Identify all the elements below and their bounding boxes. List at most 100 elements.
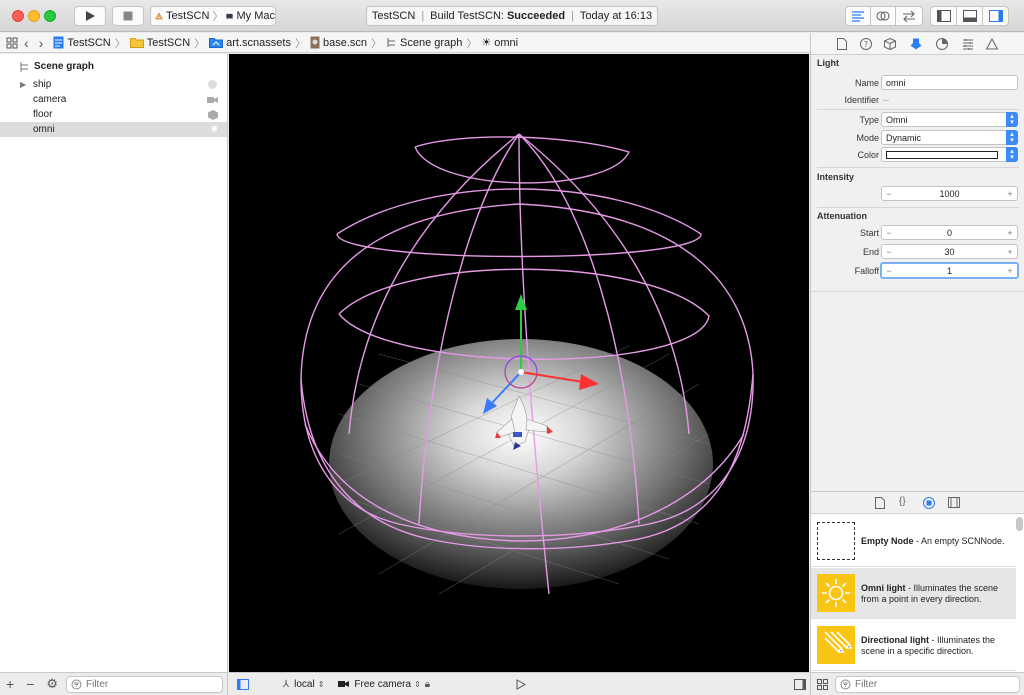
- library-toggle-icon[interactable]: [794, 678, 807, 690]
- scene-node-ship[interactable]: ▶ ship: [0, 77, 227, 92]
- scene-node-floor[interactable]: floor: [0, 107, 227, 122]
- stop-icon: [123, 11, 133, 21]
- library-scrollbar[interactable]: [1016, 517, 1023, 531]
- document-icon: [837, 38, 847, 50]
- code-snippet-icon[interactable]: {}: [899, 496, 906, 507]
- mac-icon: [226, 13, 234, 19]
- end-stepper[interactable]: − 30 +: [881, 244, 1018, 259]
- close-window-button[interactable]: [12, 10, 24, 22]
- crumb-assets[interactable]: art.scnassets: [209, 37, 291, 49]
- color-well[interactable]: ▴ ▾: [881, 147, 1018, 162]
- disclosure-triangle-icon[interactable]: ▶: [20, 80, 33, 89]
- run-button[interactable]: [74, 6, 106, 26]
- lines-icon: [852, 11, 864, 22]
- falloff-stepper[interactable]: − 1 +: [880, 262, 1019, 279]
- camera-popup[interactable]: Free camera: [354, 679, 411, 690]
- standard-editor-button[interactable]: [845, 6, 871, 26]
- decrement-icon[interactable]: −: [882, 247, 896, 257]
- increment-icon[interactable]: +: [1003, 189, 1017, 199]
- device-name: My Mac: [236, 10, 276, 22]
- filter-icon: [840, 679, 851, 690]
- chevron-right-icon: 〉: [371, 37, 382, 50]
- scene-node-camera[interactable]: camera: [0, 92, 227, 107]
- crumb-scene-graph[interactable]: Scene graph: [386, 37, 462, 49]
- increment-icon[interactable]: +: [1003, 247, 1017, 257]
- name-field[interactable]: omni: [881, 75, 1018, 90]
- object-library-icon[interactable]: [923, 497, 935, 509]
- file-inspector-tab[interactable]: [835, 37, 849, 51]
- intensity-stepper[interactable]: − 1000 +: [881, 186, 1018, 201]
- mode-popup[interactable]: Dynamic ▴ ▾: [881, 130, 1018, 145]
- add-node-icon[interactable]: +: [6, 676, 14, 692]
- scene-node-omni[interactable]: omni ✺: [0, 122, 227, 137]
- node-inspector-tab[interactable]: [883, 37, 897, 51]
- rings-icon: [876, 11, 890, 21]
- zoom-window-button[interactable]: [44, 10, 56, 22]
- toggle-navigator-button[interactable]: [930, 6, 957, 26]
- scene-graph-filter[interactable]: [66, 676, 223, 693]
- remove-node-icon[interactable]: −: [26, 676, 34, 692]
- color-label: Color: [857, 150, 879, 160]
- crumb-node[interactable]: ☀ omni: [481, 36, 518, 50]
- media-library-icon[interactable]: [948, 497, 960, 508]
- name-label: Name: [854, 78, 879, 88]
- sidebar-toggle-icon[interactable]: [237, 678, 249, 690]
- grid-view-icon[interactable]: [817, 679, 828, 690]
- stop-button[interactable]: [112, 6, 144, 26]
- falloff-label: Falloff: [854, 266, 879, 276]
- divider: [811, 291, 1024, 292]
- forward-icon[interactable]: ›: [39, 35, 44, 51]
- left-panel-icon: [936, 10, 951, 22]
- library-item-omni-light[interactable]: Omni light - Illuminates the scene from …: [811, 568, 1016, 619]
- library-filter[interactable]: [835, 676, 1020, 693]
- empty-node-icon: [817, 522, 855, 560]
- start-label: Start: [859, 228, 879, 238]
- end-label: End: [862, 247, 879, 257]
- play-scene-icon[interactable]: [516, 678, 527, 690]
- library-filter-input[interactable]: [855, 679, 1019, 690]
- object-library: {} Empty Node - An empty SCNNode. Omni l…: [810, 491, 1024, 672]
- chevron-right-icon: 〉: [114, 37, 126, 50]
- scene-graph-icon: [20, 61, 28, 72]
- cube-icon: [884, 38, 896, 50]
- back-icon[interactable]: ‹: [24, 35, 29, 51]
- decrement-icon[interactable]: −: [882, 266, 896, 276]
- library-item-empty-node[interactable]: Empty Node - An empty SCNNode.: [811, 516, 1016, 567]
- coordinate-space-popup[interactable]: local: [294, 679, 315, 690]
- file-template-icon[interactable]: [875, 497, 885, 509]
- scnassets-folder-icon: [209, 38, 224, 48]
- scene-inspector-tab[interactable]: [985, 37, 999, 51]
- crumb-group[interactable]: TestSCN: [129, 37, 190, 49]
- scene-graph-filter-input[interactable]: [86, 679, 222, 690]
- scheme-name: TestSCN: [166, 10, 210, 22]
- decrement-icon[interactable]: −: [882, 228, 896, 238]
- chevron-right-icon: 〉: [212, 11, 224, 23]
- toggle-debug-area-button[interactable]: [956, 6, 983, 26]
- help-inspector-tab[interactable]: ?: [859, 37, 873, 51]
- related-items-icon[interactable]: [6, 37, 18, 49]
- library-tabs: {}: [811, 492, 1024, 514]
- folder-icon: [129, 38, 144, 48]
- increment-icon[interactable]: +: [1003, 266, 1017, 276]
- attributes-inspector-tab[interactable]: [909, 37, 923, 51]
- chevron-updown-icon: ⇕: [414, 679, 421, 689]
- lock-icon[interactable]: 🔒︎: [425, 679, 430, 690]
- increment-icon[interactable]: +: [1003, 228, 1017, 238]
- version-editor-button[interactable]: [895, 6, 923, 26]
- physics-inspector-tab[interactable]: [961, 37, 975, 51]
- identifier-label: Identifier: [844, 95, 879, 105]
- crumb-scene-file[interactable]: base.scn: [310, 36, 367, 49]
- assistant-editor-button[interactable]: [870, 6, 896, 26]
- type-popup[interactable]: Omni ▴ ▾: [881, 112, 1018, 127]
- scene-viewport[interactable]: [229, 54, 809, 672]
- decrement-icon[interactable]: −: [882, 189, 896, 199]
- toggle-utilities-button[interactable]: [982, 6, 1009, 26]
- chevron-right-icon: 〉: [466, 37, 478, 50]
- start-stepper[interactable]: − 0 +: [881, 225, 1018, 240]
- library-item-directional-light[interactable]: Directional light - Illuminates the scen…: [811, 620, 1016, 671]
- minimize-window-button[interactable]: [28, 10, 40, 22]
- gear-icon[interactable]: ⚙: [46, 676, 58, 692]
- scheme-selector[interactable]: TestSCN 〉 My Mac: [150, 6, 276, 26]
- crumb-project[interactable]: TestSCN: [53, 36, 111, 49]
- material-inspector-tab[interactable]: [935, 37, 949, 51]
